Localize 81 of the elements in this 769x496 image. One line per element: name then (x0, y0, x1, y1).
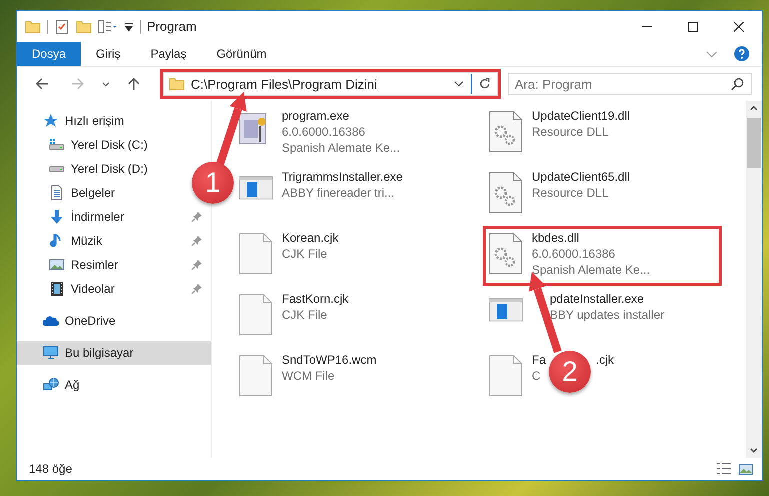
refresh-icon[interactable] (478, 77, 492, 91)
sidebar-item[interactable]: Ağ (17, 373, 88, 397)
film-icon (49, 281, 65, 297)
sidebar-item[interactable]: Müzik (17, 229, 211, 253)
large-icons-view-icon[interactable] (738, 461, 754, 477)
file-name: SndToWP16.wcm (282, 352, 377, 368)
document-icon (49, 185, 65, 201)
file-name: kbdes.dll (532, 230, 580, 246)
pin-icon[interactable] (191, 283, 203, 295)
blank-file-icon (238, 354, 274, 398)
help-icon[interactable] (734, 46, 750, 62)
pin-icon[interactable] (191, 235, 203, 247)
address-bar[interactable]: C:\Program Files\Program Dizini (163, 72, 498, 96)
window-icon (488, 297, 524, 323)
file-detail: Resource DLL (532, 124, 609, 140)
sidebar-item[interactable]: Bu bilgisayar (17, 341, 211, 365)
sidebar-item[interactable]: Yerel Disk (D:) (17, 157, 156, 181)
file-detail: C (532, 368, 541, 384)
scrollbar-thumb[interactable] (747, 118, 761, 168)
sidebar-item[interactable]: Resimler (17, 253, 211, 277)
details-view-icon[interactable] (716, 461, 732, 477)
file-name: .cjk (596, 352, 614, 368)
drive-icon (49, 166, 65, 172)
file-name: Korean.cjk (282, 230, 339, 246)
file-detail: WCM File (282, 368, 335, 384)
sidebar-item[interactable]: Videolar (17, 277, 211, 301)
file-item[interactable]: kbdes.dll 6.0.6000.16386 Spanish Alemate Ke... (484, 227, 721, 285)
window-title: Program (147, 19, 197, 34)
item-count: 148 öğe (29, 462, 72, 476)
file-name: TrigrammsInstaller.exe (282, 169, 403, 185)
scrollbar[interactable] (746, 101, 762, 458)
ribbon-tab[interactable]: Görünüm (202, 42, 282, 66)
caret-icon[interactable] (124, 22, 134, 32)
ribbon-tab[interactable]: Dosya (17, 42, 82, 66)
window-icon (238, 175, 274, 201)
sidebar-item[interactable]: İndirmeler (17, 205, 211, 229)
gear-file-icon (488, 110, 524, 154)
sidebar-item[interactable]: Hızlı erişim (17, 109, 132, 133)
network-icon (43, 377, 59, 393)
file-detail: CJK File (282, 307, 328, 323)
close-icon (734, 22, 744, 32)
drive-icon (49, 137, 65, 153)
file-detail: BBY updates installer (550, 307, 665, 323)
file-name: FastKorn.cjk (282, 291, 349, 307)
ribbon-tab[interactable]: Giriş (81, 42, 136, 66)
search-field[interactable]: Ara: Program (508, 73, 752, 95)
pin-icon[interactable] (191, 211, 203, 223)
gear-file-icon (488, 171, 524, 215)
file-name: program.exe (282, 108, 350, 124)
file-detail: 6.0.6000.16386 (532, 246, 616, 262)
file-detail: ABBY finereader tri... (282, 185, 394, 201)
file-detail: CJK File (282, 246, 328, 262)
file-name: UpdateClient19.dll (532, 108, 630, 124)
view-options-icon[interactable] (98, 18, 118, 34)
file-name: Fa (532, 352, 546, 368)
up-arrow-icon[interactable] (126, 76, 142, 92)
file-name: UpdateClient65.dll (532, 169, 630, 185)
file-name: pdateInstaller.exe (550, 291, 644, 307)
download-arrow-icon (49, 209, 65, 225)
pin-icon[interactable] (191, 259, 203, 271)
sidebar-item[interactable]: OneDrive (17, 309, 124, 333)
maximize-icon (688, 22, 698, 32)
sidebar-item[interactable]: Yerel Disk (C:) (17, 133, 156, 157)
file-detail: 6.0.6000.16386 (282, 124, 366, 140)
blank-file-icon (488, 354, 524, 398)
minimize-icon (642, 26, 652, 28)
blank-file-icon (238, 293, 274, 337)
back-arrow-icon[interactable] (34, 76, 50, 92)
gear-file-icon (488, 232, 524, 276)
ribbon-tab[interactable]: Paylaş (136, 42, 202, 66)
file-detail: Resource DLL (532, 185, 609, 201)
picture-icon (49, 257, 65, 273)
file-detail: Spanish Alemate Ke... (282, 140, 400, 156)
checklist-icon[interactable] (54, 18, 70, 34)
sidebar-item[interactable]: Belgeler (17, 181, 124, 205)
monitor-icon (43, 345, 59, 361)
file-detail: Spanish Alemate Ke... (532, 262, 650, 278)
star-icon (43, 113, 59, 129)
folder-icon (169, 76, 185, 92)
search-icon[interactable] (731, 77, 745, 91)
blank-file-icon (238, 232, 274, 276)
